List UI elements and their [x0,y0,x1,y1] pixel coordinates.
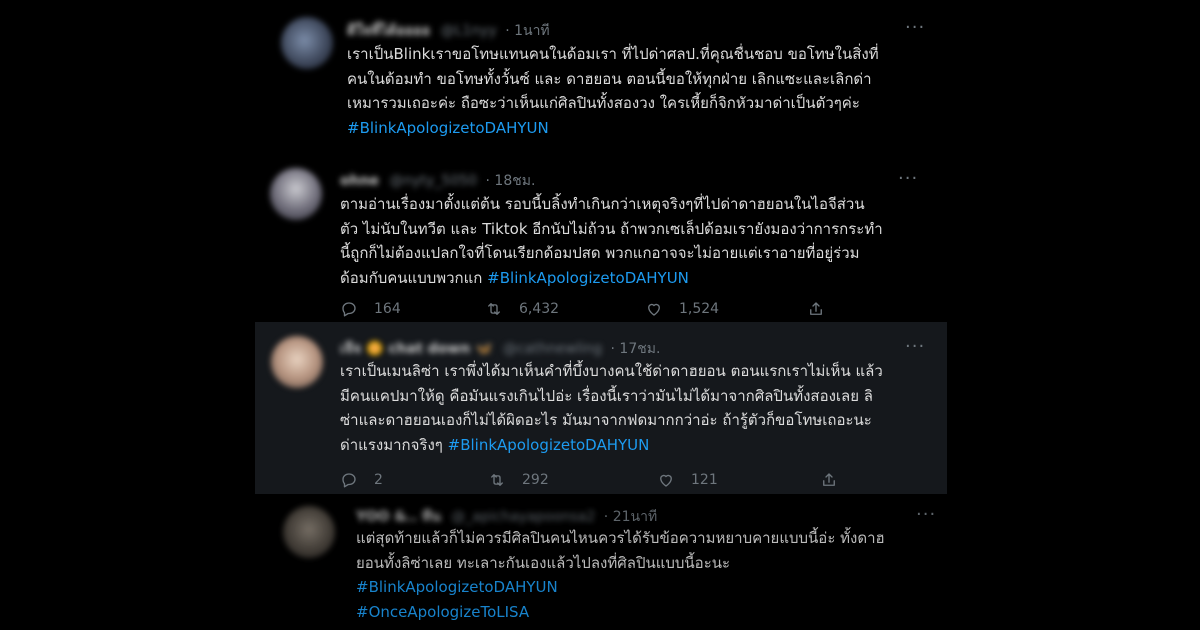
reply-button[interactable]: 2 [340,471,383,489]
tweet-text-fragment: ด่าแรงมากจริงๆ [340,435,443,454]
tweet-text-line: ด้อมกับคนแบบพวกแก #BlinkApologizetoDAHYU… [340,266,883,291]
user-handle[interactable]: @L1nyy [441,23,497,39]
tweet-header: ดีใจที่ได้ออออ @L1nyy · 1นาที [347,20,550,42]
retweet-count: 292 [522,472,549,488]
hashtag-link[interactable]: #OnceApologizeToLISA [356,600,885,625]
display-name[interactable]: ดีใจที่ได้ออออ [347,20,430,42]
reply-button[interactable]: 164 [340,300,401,318]
timestamp[interactable]: · 18ชม. [486,173,536,189]
reply-icon [342,302,356,317]
tweet-text-line: เหมารวมเถอะค่ะ ถือซะว่าเห็นแก่ศิลปินทั้ง… [347,94,860,112]
tweet-header: ohne @nyty_5050 · 18ชม. [340,170,535,192]
timestamp[interactable]: · 1นาที [505,23,549,39]
share-icon [823,473,835,486]
retweet-button[interactable]: 6,432 [485,300,559,318]
avatar[interactable] [281,17,333,69]
tweet-text: แต่สุดท้ายแล้วก็ไม่ควรมีศิลปินคนไหนควรได… [356,526,885,624]
reply-icon [342,473,356,488]
tweet-text-line: ตามอ่านเรื่องมาตั้งแต่ต้น รอบนี้บลิ้งทำเ… [340,195,865,213]
display-name[interactable]: YOO &.. ทีน [356,506,441,528]
user-handle[interactable]: @_apichayapoonsa2 [451,509,595,525]
share-button[interactable] [820,471,838,493]
tweet-text-line: ด่าแรงมากจริงๆ #BlinkApologizetoDAHYUN [340,433,883,458]
avatar[interactable] [283,506,335,558]
heart-icon [660,474,672,487]
tweet-text: เราเป็นเมนลิซ่า เราพึ่งได้มาเห็นคำที่บึ้… [340,359,883,457]
more-options-icon[interactable]: ··· [905,17,925,38]
like-count: 1,524 [679,301,720,317]
display-name[interactable]: ohne [340,173,379,189]
tweet-text-fragment: ด้อมกับคนแบบพวกแก [340,268,483,287]
tweet-text-line: เราเป็นBlinkเราขอโทษแทนคนในด้อมเรา ที่ไป… [347,45,879,63]
tweet-header: YOO &.. ทีน @_apichayapoonsa2 · 21นาที [356,506,657,528]
tweet-text-line: ยอนทั้งลิซ่าเลย ทะเลาะกันเองแล้วไปลงที่ศ… [356,553,731,572]
retweet-button[interactable]: 292 [488,471,549,489]
more-options-icon[interactable]: ··· [905,336,925,357]
tweet-actions: 164 6,432 1,524 [340,300,840,324]
reply-count: 164 [374,301,401,317]
user-handle[interactable]: @nyty_5050 [390,173,478,189]
tweet-text: ตามอ่านเรื่องมาตั้งแต่ต้น รอบนี้บลิ้งทำเ… [340,192,883,290]
tweet-header: เจีจ 🌼 chat down 🦋 @cathnewling · 17ชม. [340,338,660,360]
like-button[interactable]: 121 [657,471,718,489]
hashtag-link[interactable]: #BlinkApologizetoDAHYUN [356,575,885,600]
more-options-icon[interactable]: ··· [916,504,936,525]
avatar[interactable] [271,336,323,388]
retweet-icon [491,474,503,486]
share-icon [810,302,822,315]
tweet: YOO &.. ทีน @_apichayapoonsa2 · 21นาที ·… [270,500,970,630]
timestamp[interactable]: · 21นาที [604,509,657,525]
like-button[interactable]: 1,524 [645,300,719,318]
more-options-icon[interactable]: ··· [898,168,918,189]
heart-icon [648,303,660,316]
share-button[interactable] [807,300,825,322]
tweet-actions: 2 292 121 [340,471,840,495]
avatar[interactable] [270,168,322,220]
tweet-text-line: ตัว ไม่นับในทวีต และ Tiktok อีกนับไม่ถ้ว… [340,219,883,238]
user-handle[interactable]: @cathnewling [503,341,602,357]
retweet-count: 6,432 [519,301,560,317]
tweet-text-line: เราเป็นเมนลิซ่า เราพึ่งได้มาเห็นคำที่บึ้… [340,362,883,380]
tweet-text-line: นี้ถูกก็ไม่ต้องแปลกใจที่โดนเรียกด้อมปสด … [340,244,860,262]
timestamp[interactable]: · 17ชม. [611,341,661,357]
tweet-text-line: ซ่าและดาฮยอนเองก็ไม่ได้ผิดอะไร มันมาจากฟ… [340,411,872,429]
retweet-icon [488,303,500,315]
reply-count: 2 [374,472,383,488]
tweet-text-line: คนในด้อมทำ ขอโทษทั้งวั้นซ์ และ ดาฮยอน ตอ… [347,69,872,88]
like-count: 121 [691,472,718,488]
hashtag-link[interactable]: #BlinkApologizetoDAHYUN [347,116,879,141]
tweet-text-line: มีคนแคปมาให้ดู คือมันแรงเกินไปอ่ะ เรื่อง… [340,386,873,405]
hashtag-link[interactable]: #BlinkApologizetoDAHYUN [448,436,650,454]
hashtag-link[interactable]: #BlinkApologizetoDAHYUN [487,269,689,287]
tweet-text-line: แต่สุดท้ายแล้วก็ไม่ควรมีศิลปินคนไหนควรได… [356,529,885,547]
display-name[interactable]: เจีจ 🌼 chat down 🦋 [340,338,493,360]
tweet-text: เราเป็นBlinkเราขอโทษแทนคนในด้อมเรา ที่ไป… [347,42,879,140]
